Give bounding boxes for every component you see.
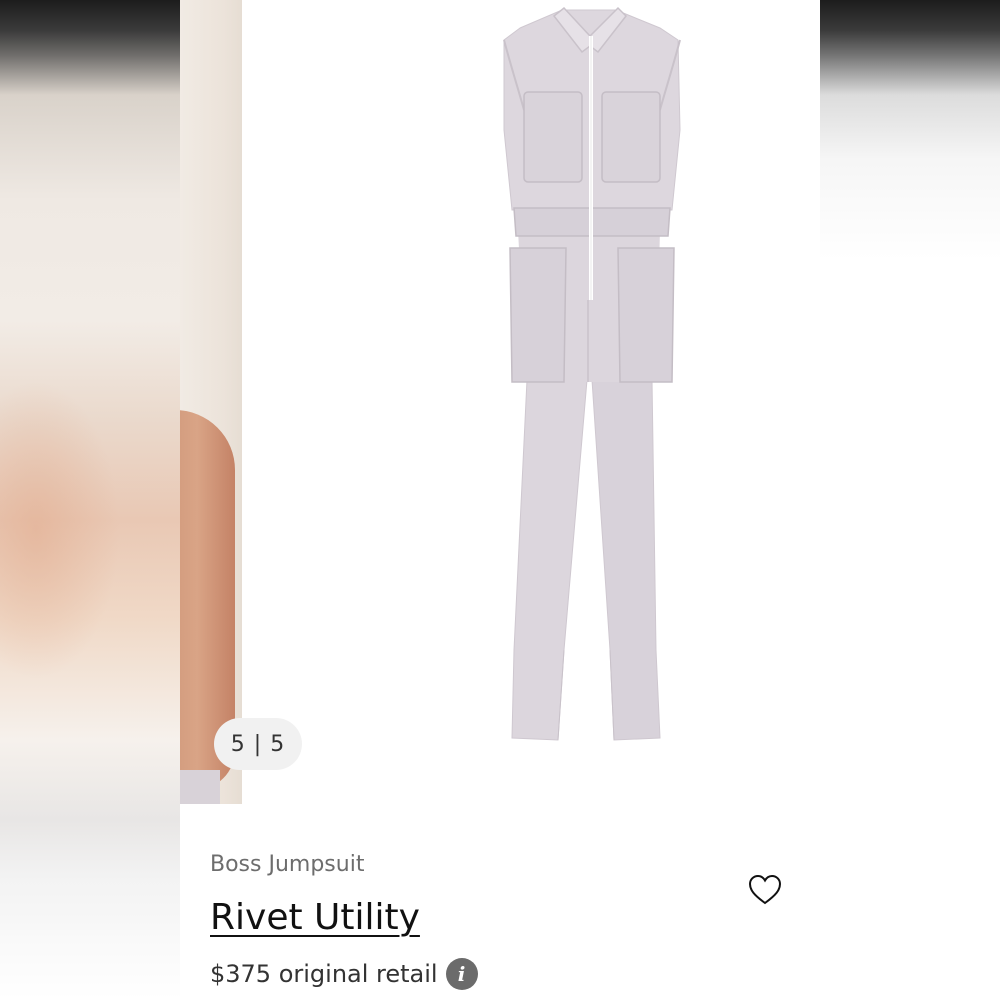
image-counter: 5 | 5 <box>214 718 302 770</box>
product-image[interactable] <box>242 0 820 804</box>
info-icon[interactable]: i <box>445 958 478 990</box>
model-garment-edge <box>180 770 220 804</box>
previous-product-image[interactable] <box>180 0 242 804</box>
price-row: $375 original retail i <box>210 958 478 990</box>
product-brand: Boss Jumpsuit <box>210 852 365 877</box>
heart-icon[interactable] <box>748 874 782 906</box>
product-title-link[interactable]: Rivet Utility <box>210 897 420 938</box>
blurred-background-left <box>0 0 180 1000</box>
product-price: $375 original retail <box>210 960 438 988</box>
jumpsuit-illustration <box>503 6 681 741</box>
blurred-background-right <box>820 0 1000 1000</box>
product-card: 5 | 5 Boss Jumpsuit Rivet Utility $375 o… <box>180 0 820 1000</box>
